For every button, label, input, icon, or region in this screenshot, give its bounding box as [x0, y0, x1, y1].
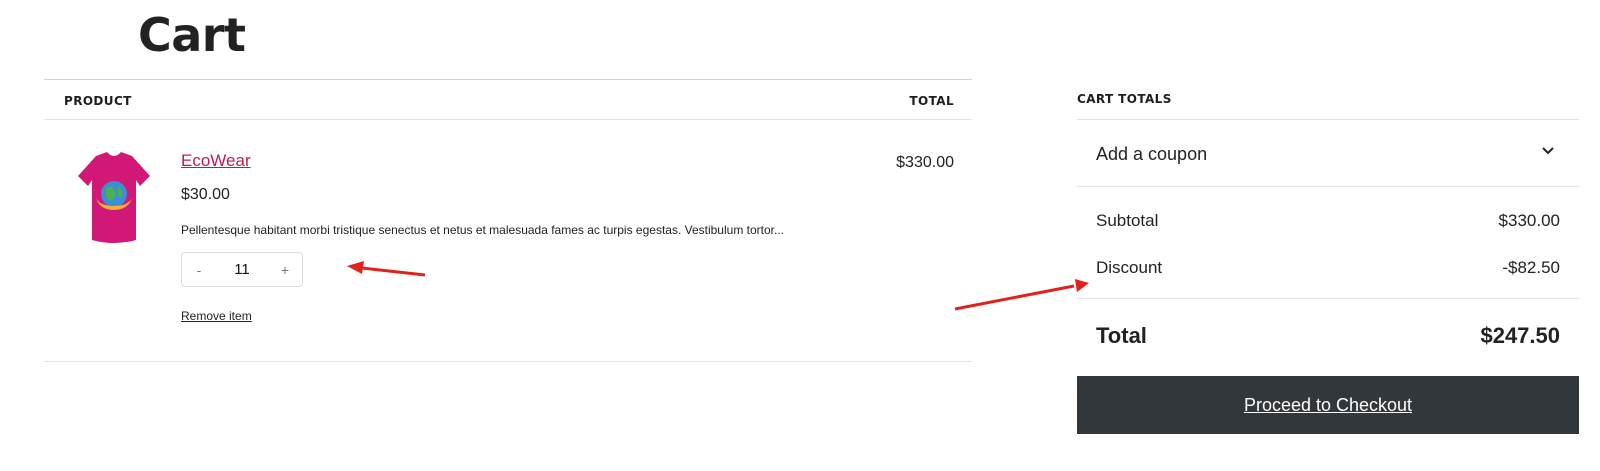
chevron-down-icon: [1542, 147, 1554, 155]
cart-totals-panel: CART TOTALS Add a coupon Subtotal $330.0…: [1077, 79, 1579, 371]
discount-label: Discount: [1096, 258, 1163, 277]
table-header: PRODUCT TOTAL: [44, 79, 972, 120]
quantity-input[interactable]: 11: [234, 261, 250, 278]
page-title: Cart: [138, 8, 246, 62]
coupon-label: Add a coupon: [1096, 144, 1208, 164]
product-name-link[interactable]: EcoWear: [181, 151, 251, 171]
subtotal-label: Subtotal: [1096, 211, 1159, 230]
total-label: Total: [1096, 323, 1147, 348]
add-coupon-toggle[interactable]: Add a coupon: [1077, 120, 1579, 187]
cart-totals-title: CART TOTALS: [1077, 92, 1172, 106]
column-header-total: TOTAL: [909, 94, 954, 108]
checkout-button-label: Proceed to Checkout: [1243, 394, 1413, 415]
proceed-to-checkout-button[interactable]: Proceed to Checkout: [1077, 376, 1579, 434]
increase-quantity-button[interactable]: +: [268, 262, 302, 278]
cart-totals-heading: CART TOTALS: [1077, 79, 1579, 120]
grand-total-row: Total $247.50: [1077, 299, 1579, 371]
quantity-stepper: - 11 +: [181, 252, 303, 287]
line-total: $330.00: [896, 154, 954, 171]
arrow-to-discount: [954, 279, 1089, 311]
tshirt-icon[interactable]: [74, 150, 154, 244]
column-header-product: PRODUCT: [64, 94, 132, 108]
subtotal-value: $330.00: [1498, 211, 1560, 230]
product-price: $30.00: [181, 186, 230, 203]
remove-item-link[interactable]: Remove item: [181, 309, 252, 323]
discount-value: -$82.50: [1502, 258, 1560, 277]
product-description: Pellentesque habitant morbi tristique se…: [181, 223, 784, 237]
table-row: EcoWear $30.00 Pellentesque habitant mor…: [44, 120, 972, 362]
decrease-quantity-button[interactable]: -: [182, 262, 216, 278]
totals-breakdown: Subtotal $330.00 Discount -$82.50: [1077, 187, 1579, 299]
cart-items-table: PRODUCT TOTAL EcoWear $30.00 Pellentesqu…: [44, 79, 972, 362]
total-value: $247.50: [1480, 323, 1560, 348]
